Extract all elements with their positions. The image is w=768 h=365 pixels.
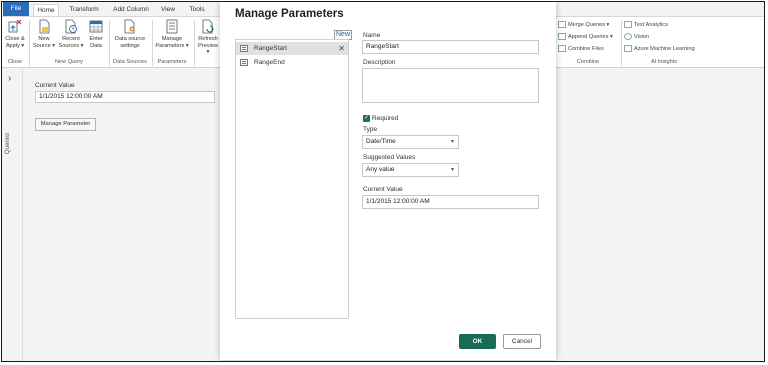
vision-label: Vision: [634, 33, 650, 40]
azure-ml-label: Azure Machine Learning: [634, 45, 695, 52]
tab-file[interactable]: File: [3, 2, 29, 16]
required-label: Required: [372, 115, 399, 122]
group-new-query-label: New Query: [55, 59, 83, 65]
name-label: Name: [363, 32, 381, 39]
refresh-preview-label-2: Preview ▾: [198, 42, 218, 56]
current-value-field[interactable]: 1/1/2015 12:00:00 AM: [35, 91, 215, 103]
enter-data-label-1: Enter: [89, 36, 103, 42]
text-analytics-button[interactable]: Text Analytics: [624, 21, 668, 28]
manage-parameters-label-2: Parameters ▾: [155, 42, 189, 49]
app-window: File Home Transform Add Column View Tool…: [1, 1, 765, 362]
chevron-down-icon: ▾: [450, 167, 454, 173]
new-source-button[interactable]: New Source ▾: [32, 19, 56, 49]
group-ai-insights-label: AI Insights: [650, 59, 678, 65]
current-value-label: Current Value: [35, 82, 75, 89]
dialog-title: Manage Parameters: [235, 8, 344, 20]
refresh-icon: [201, 19, 215, 34]
close-apply-button[interactable]: Close & Apply ▾: [3, 19, 27, 49]
manage-parameters-label-1: Manage: [161, 36, 183, 42]
delete-parameter-icon[interactable]: ✕: [338, 42, 345, 55]
vision-button[interactable]: Vision: [624, 33, 649, 40]
combine-files-label: Combine Files: [568, 45, 604, 52]
parameters-icon: [165, 19, 179, 34]
merge-queries-icon: [558, 21, 566, 28]
description-field[interactable]: [362, 68, 539, 103]
queries-pane-rail: › Queries: [2, 68, 23, 361]
append-queries-icon: [558, 33, 566, 40]
table-icon: [89, 19, 103, 34]
append-queries-label: Append Queries ▾: [568, 33, 613, 40]
type-select-value: Date/Time: [366, 138, 396, 145]
new-source-label-2: Source ▾: [32, 42, 56, 49]
close-apply-label-2: Apply ▾: [5, 42, 25, 49]
data-source-settings-label-2: settings: [120, 42, 140, 49]
refresh-preview-button[interactable]: Refresh Preview ▾: [196, 19, 220, 56]
cancel-button[interactable]: Cancel: [503, 334, 541, 349]
data-source-settings-label-1: Data source: [114, 36, 146, 42]
text-analytics-label: Text Analytics: [634, 21, 668, 28]
eye-icon: [624, 33, 632, 40]
suggested-values-select[interactable]: Any value ▾: [362, 163, 459, 177]
recent-sources-label-2: Sources ▾: [58, 42, 84, 49]
tab-tools[interactable]: Tools: [185, 4, 209, 16]
tab-transform[interactable]: Transform: [66, 4, 102, 16]
queries-label[interactable]: Queries: [5, 133, 11, 154]
parameter-item-label: RangeStart: [254, 45, 287, 52]
merge-queries-button[interactable]: Merge Queries ▾: [558, 21, 609, 28]
type-label: Type: [363, 126, 378, 133]
data-source-settings-icon: [123, 19, 137, 34]
append-queries-button[interactable]: Append Queries ▾: [558, 33, 613, 40]
combine-files-button[interactable]: Combine Files: [558, 45, 604, 52]
suggested-values-label: Suggested Values: [363, 154, 416, 161]
ribbon-separator: [29, 20, 30, 66]
tab-view[interactable]: View: [157, 4, 179, 16]
manage-parameters-ribbon-button[interactable]: Manage Parameters ▾: [154, 19, 190, 49]
close-apply-icon: [8, 19, 22, 34]
enter-data-label-2: Data: [90, 42, 102, 49]
dialog-current-value-label: Current Value: [363, 186, 403, 193]
ok-button[interactable]: OK: [459, 334, 496, 349]
parameter-item-rangeend[interactable]: RangeEnd: [236, 56, 348, 69]
group-data-sources-label: Data Sources: [113, 59, 147, 65]
dialog-current-value-field[interactable]: 1/1/2015 12:00:00 AM: [362, 195, 539, 209]
new-source-label-1: New: [38, 36, 50, 42]
query-preview-area: [556, 68, 764, 361]
parameter-icon: [240, 59, 248, 66]
manage-parameter-button[interactable]: Manage Parameter: [35, 118, 96, 131]
suggested-values-select-value: Any value: [366, 166, 395, 173]
parameter-icon: [240, 45, 248, 52]
name-field[interactable]: RangeStart: [362, 40, 539, 54]
ribbon-separator: [621, 20, 622, 66]
recent-sources-label-1: Recent: [62, 36, 80, 42]
chevron-down-icon: ▾: [450, 139, 454, 145]
new-source-icon: [37, 19, 51, 34]
text-analytics-icon: [624, 21, 632, 28]
group-close-label: Close: [7, 59, 23, 65]
azure-ml-button[interactable]: Azure Machine Learning: [624, 45, 695, 52]
description-label: Description: [363, 59, 396, 66]
recent-sources-button[interactable]: Recent Sources ▾: [58, 19, 84, 49]
expand-chevron-icon[interactable]: ›: [8, 73, 11, 84]
close-apply-label-1: Close &: [5, 36, 25, 42]
combine-files-icon: [558, 45, 566, 52]
recent-sources-icon: [64, 19, 78, 34]
parameter-list: RangeStart ✕ RangeEnd: [235, 39, 349, 319]
merge-queries-label: Merge Queries ▾: [568, 21, 610, 28]
tab-home[interactable]: Home: [33, 4, 59, 16]
ribbon-separator: [194, 20, 195, 66]
tab-add-column[interactable]: Add Column: [110, 4, 152, 16]
required-checkbox[interactable]: ✓: [363, 115, 370, 122]
enter-data-button[interactable]: Enter Data: [86, 19, 106, 49]
type-select[interactable]: Date/Time ▾: [362, 135, 459, 149]
refresh-preview-label-1: Refresh: [198, 36, 218, 42]
group-parameters-label: Parameters: [157, 59, 187, 65]
parameter-item-rangestart[interactable]: RangeStart ✕: [236, 42, 348, 55]
manage-parameters-dialog: Manage Parameters New RangeStart ✕ Range…: [220, 2, 556, 360]
data-source-settings-button[interactable]: Data source settings: [112, 19, 148, 49]
group-combine-label: Combine: [576, 59, 600, 65]
flask-icon: [624, 45, 632, 52]
parameter-item-label: RangeEnd: [254, 59, 285, 66]
